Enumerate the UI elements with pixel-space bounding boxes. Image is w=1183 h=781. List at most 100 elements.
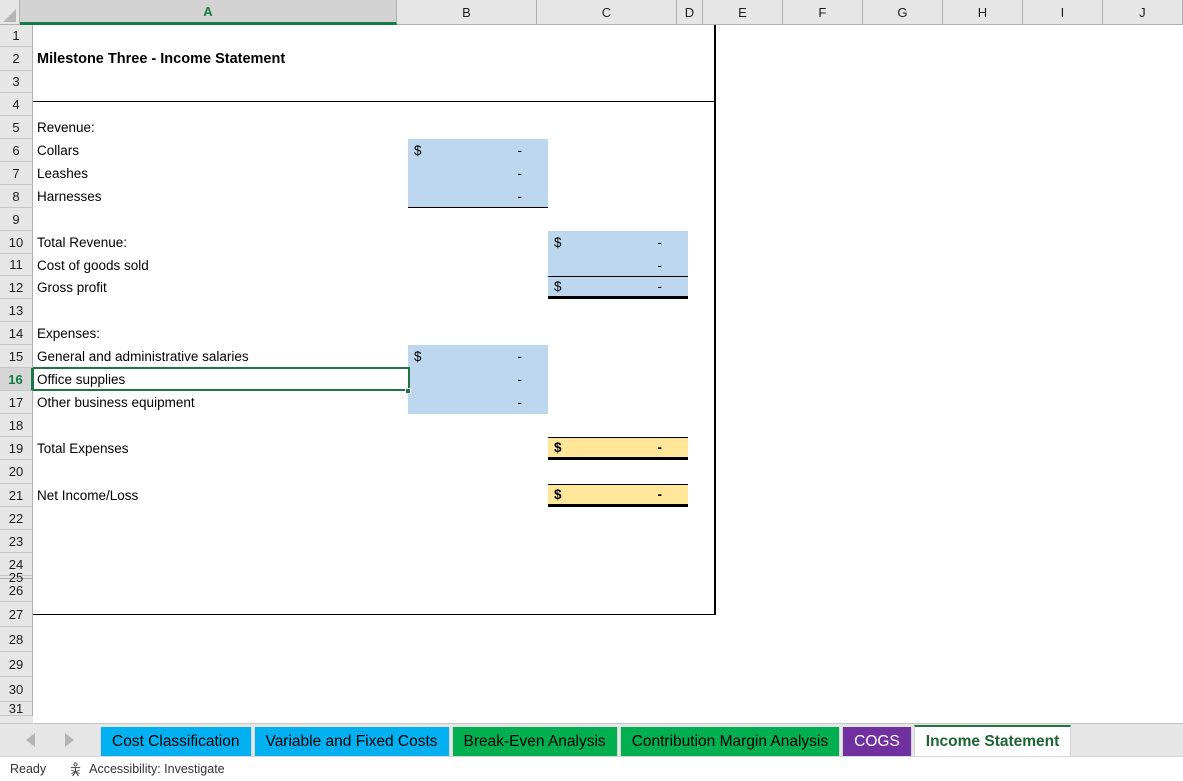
cell-a31[interactable] — [33, 702, 410, 716]
column-header-e[interactable]: E — [703, 0, 783, 25]
cell-a19[interactable]: Total Expenses — [33, 437, 410, 460]
cell-c21[interactable]: $ - — [548, 484, 688, 507]
row-header-30[interactable]: 30 — [0, 677, 33, 702]
row-header-21[interactable]: 21 — [0, 484, 33, 507]
column-header-b[interactable]: B — [397, 0, 537, 25]
cell-a4[interactable] — [33, 93, 410, 116]
column-header-label: F — [818, 4, 827, 20]
row-header-14[interactable]: 14 — [0, 322, 33, 345]
cell-a22[interactable] — [33, 507, 410, 530]
column-header-d[interactable]: D — [677, 0, 703, 25]
sheet-tab-break-even-analysis[interactable]: Break-Even Analysis — [451, 727, 618, 756]
row-header-7[interactable]: 7 — [0, 162, 33, 185]
cell-a1[interactable] — [33, 25, 410, 47]
sheet-nav-buttons[interactable] — [0, 723, 100, 756]
cell-b6[interactable]: $ - — [408, 139, 548, 162]
cell-a24[interactable] — [33, 553, 410, 576]
cell-a10[interactable]: Total Revenue: — [33, 231, 410, 254]
row-header-5[interactable]: 5 — [0, 116, 33, 139]
cell-a3[interactable] — [33, 71, 410, 93]
row-header-29[interactable]: 29 — [0, 652, 33, 677]
row-header-18[interactable]: 18 — [0, 414, 33, 437]
row-header-10[interactable]: 10 — [0, 231, 33, 254]
triangle-left-icon[interactable] — [26, 732, 35, 747]
column-header-i[interactable]: I — [1023, 0, 1103, 25]
row-header-6[interactable]: 6 — [0, 139, 33, 162]
column-header-j[interactable]: J — [1103, 0, 1183, 25]
sheet-tab-income-statement[interactable]: Income Statement — [913, 725, 1072, 756]
cell-a29[interactable] — [33, 652, 410, 677]
cell-b8[interactable]: - — [408, 185, 548, 208]
sheet-tab-cost-classification[interactable]: Cost Classification — [100, 727, 252, 756]
cell-a20[interactable] — [33, 460, 410, 484]
cell-a21[interactable]: Net Income/Loss — [33, 484, 410, 507]
cell-b16[interactable]: - — [408, 368, 548, 391]
fill-handle[interactable] — [405, 388, 411, 394]
cell-a30[interactable] — [33, 677, 410, 702]
cell-a6[interactable]: Collars — [33, 139, 410, 162]
cell-a9[interactable] — [33, 208, 410, 231]
row-header-27[interactable]: 27 — [0, 602, 33, 627]
row-header-20[interactable]: 20 — [0, 460, 33, 484]
cell-a23[interactable] — [33, 530, 410, 553]
sheet-tab-contribution-margin-analysis[interactable]: Contribution Margin Analysis — [619, 727, 841, 756]
cell-a12[interactable]: Gross profit — [33, 276, 410, 299]
row-header-12[interactable]: 12 — [0, 276, 33, 299]
cell-value: - — [517, 166, 523, 181]
select-all-button[interactable] — [0, 0, 20, 25]
row-header-22[interactable]: 22 — [0, 507, 33, 530]
column-header-a[interactable]: A — [20, 0, 397, 25]
cell-a18[interactable] — [33, 414, 410, 437]
cell-c11[interactable]: - — [548, 254, 688, 276]
cell-b17[interactable]: - — [408, 391, 548, 414]
row-header-13[interactable]: 13 — [0, 299, 33, 322]
row-header-9[interactable]: 9 — [0, 208, 33, 231]
column-header-label: G — [897, 4, 908, 20]
cell-b7[interactable]: - — [408, 162, 548, 185]
cell-a2[interactable]: Milestone Three - Income Statement — [33, 47, 410, 71]
sheet-tab-variable-and-fixed-costs[interactable]: Variable and Fixed Costs — [253, 727, 450, 756]
grid-row: Leashes - — [33, 162, 1183, 185]
row-header-2[interactable]: 2 — [0, 47, 33, 71]
grid-row: Cost of goods sold - — [33, 254, 1183, 276]
cell-c12[interactable]: $ - — [548, 276, 688, 299]
cell-a5[interactable]: Revenue: — [33, 116, 410, 139]
row-header-28[interactable]: 28 — [0, 627, 33, 652]
cell-a17[interactable]: Other business equipment — [33, 391, 410, 414]
cell-a15[interactable]: General and administrative salaries — [33, 345, 410, 368]
row-header-23[interactable]: 23 — [0, 530, 33, 553]
worksheet-grid[interactable]: Milestone Three - Income Statement Revenu… — [33, 25, 1183, 723]
triangle-right-icon[interactable] — [65, 732, 74, 747]
column-header-f[interactable]: F — [783, 0, 863, 25]
column-header-h[interactable]: H — [943, 0, 1023, 25]
row-header-19[interactable]: 19 — [0, 437, 33, 460]
grid-row: Expenses: — [33, 322, 1183, 345]
cell-a11[interactable]: Cost of goods sold — [33, 254, 410, 276]
row-header-8[interactable]: 8 — [0, 185, 33, 208]
row-header-3[interactable]: 3 — [0, 71, 33, 93]
sheet-tab-cogs[interactable]: COGS — [842, 727, 912, 756]
cell-a8[interactable]: Harnesses — [33, 185, 410, 208]
row-header-4[interactable]: 4 — [0, 93, 33, 116]
row-header-label: 26 — [8, 582, 24, 598]
grid-row — [33, 652, 1183, 677]
cell-c10[interactable]: $ - — [548, 231, 688, 254]
cell-a14[interactable]: Expenses: — [33, 322, 410, 345]
cell-a7[interactable]: Leashes — [33, 162, 410, 185]
cell-a16[interactable]: Office supplies — [33, 368, 410, 391]
row-header-11[interactable]: 11 — [0, 254, 33, 276]
accessibility-status[interactable]: Accessibility: Investigate — [68, 761, 225, 777]
cell-a28[interactable] — [33, 627, 410, 652]
cell-c19[interactable]: $ - — [548, 437, 688, 460]
row-header-15[interactable]: 15 — [0, 345, 33, 368]
row-header-31[interactable]: 31 — [0, 701, 33, 716]
row-header-17[interactable]: 17 — [0, 391, 33, 414]
column-header-g[interactable]: G — [863, 0, 943, 25]
cell-a26[interactable] — [33, 579, 410, 602]
cell-a13[interactable] — [33, 299, 410, 322]
row-header-16[interactable]: 16 — [0, 368, 33, 391]
row-header-26[interactable]: 26 — [0, 579, 33, 602]
column-header-c[interactable]: C — [537, 0, 677, 25]
row-header-1[interactable]: 1 — [0, 25, 33, 47]
cell-b15[interactable]: $ - — [408, 345, 548, 368]
